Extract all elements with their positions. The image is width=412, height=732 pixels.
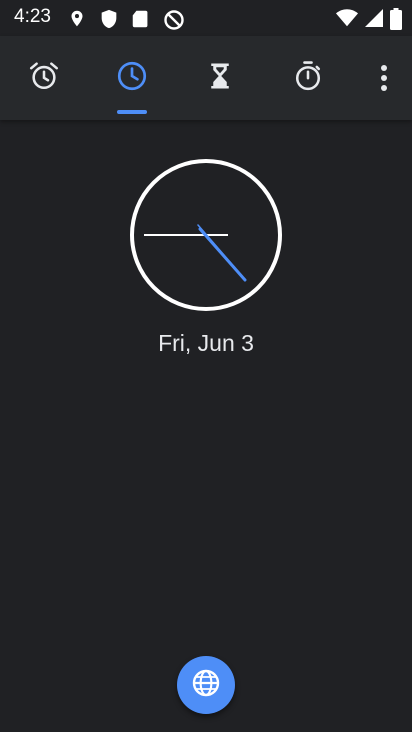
do-not-disturb-icon (162, 8, 186, 37)
tab-clock[interactable] (102, 36, 162, 120)
globe-icon (190, 667, 222, 704)
clock-icon (115, 59, 149, 98)
overflow-menu-button[interactable] (372, 60, 396, 100)
more-vert-icon (380, 64, 388, 97)
wifi-icon (336, 8, 358, 35)
date-label: Fri, Jun 3 (158, 330, 254, 356)
tab-alarm[interactable] (14, 36, 74, 120)
shield-icon (98, 8, 120, 35)
analog-clock (128, 157, 284, 313)
tab-stopwatch[interactable] (278, 36, 338, 120)
timer-icon (205, 59, 235, 98)
status-right-icons (336, 8, 402, 35)
selected-tab-indicator (117, 110, 147, 114)
clock-second-hand (197, 224, 237, 270)
tab-bar (0, 36, 412, 120)
stopwatch-icon (291, 59, 325, 98)
tab-timer[interactable] (190, 36, 250, 120)
battery-icon (390, 8, 402, 35)
status-time: 4:23 (14, 6, 51, 27)
sd-card-icon (130, 8, 152, 35)
add-city-button[interactable] (177, 656, 235, 714)
alarm-icon (27, 59, 61, 98)
maps-icon (66, 8, 88, 35)
status-bar: 4:23 (0, 0, 412, 36)
signal-icon (364, 8, 384, 35)
